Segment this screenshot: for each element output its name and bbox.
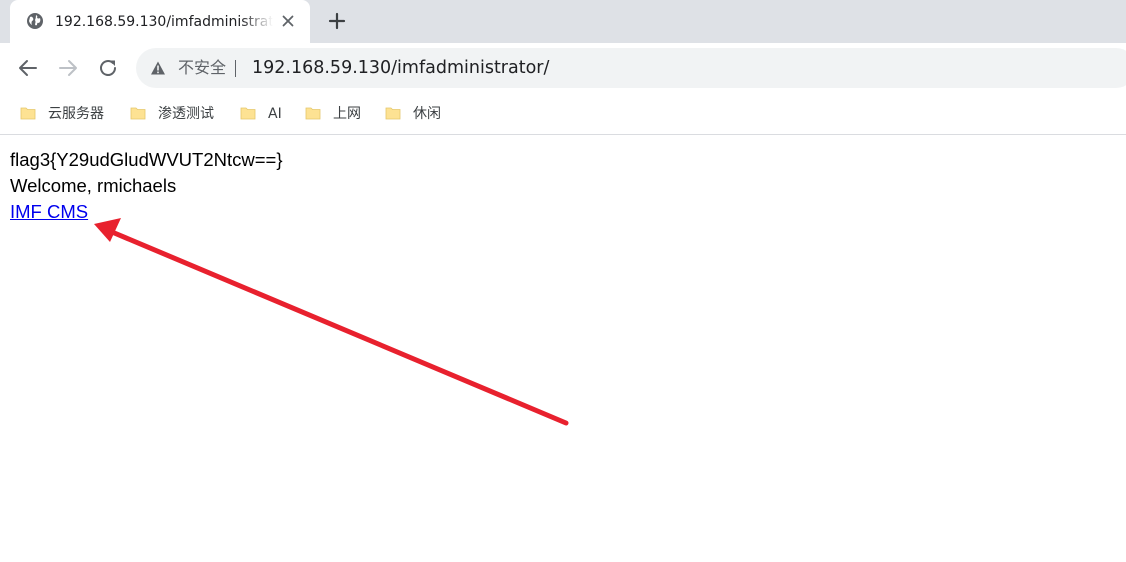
page-content: flag3{Y29udGludWVUT2Ntcw==} Welcome, rmi… [0, 136, 1126, 562]
bookmarks-bar: 云服务器 渗透测试 AI 上网 休闲 [0, 93, 1126, 135]
warning-icon[interactable] [150, 60, 166, 76]
folder-icon [20, 107, 36, 120]
bookmark-label: 渗透测试 [158, 106, 214, 122]
folder-icon [305, 107, 321, 120]
back-arrow-icon[interactable] [16, 56, 40, 80]
welcome-message: Welcome, rmichaels [10, 175, 177, 196]
bookmark-label: 云服务器 [48, 106, 104, 122]
tab-title: 192.168.59.130/imfadministrator/ [55, 14, 273, 30]
imf-cms-link[interactable]: IMF CMS [10, 200, 88, 224]
flag-text: flag3{Y29udGludWVUT2Ntcw==} [10, 149, 283, 170]
toolbar: 不安全 192.168.59.130/imfadministrator/ [0, 43, 1126, 93]
bookmark-folder-cloud-servers[interactable]: 云服务器 [20, 102, 116, 126]
bookmark-label: 上网 [333, 106, 361, 122]
security-label[interactable]: 不安全 [178, 58, 226, 78]
bookmark-label: AI [268, 106, 282, 122]
bookmark-folder-internet[interactable]: 上网 [305, 102, 371, 126]
plus-icon[interactable] [326, 10, 348, 32]
folder-icon [130, 107, 146, 120]
close-icon[interactable] [280, 13, 296, 29]
browser-tab[interactable]: 192.168.59.130/imfadministrator/ [10, 0, 310, 43]
bookmark-folder-pentest[interactable]: 渗透测试 [130, 102, 226, 126]
url-divider [235, 60, 236, 77]
annotation-arrow [94, 218, 569, 426]
browser-window: 192.168.59.130/imfadministrator/ 不安全 192… [0, 0, 1126, 562]
bookmark-label: 休闲 [413, 106, 441, 122]
folder-icon [240, 107, 256, 120]
folder-icon [385, 107, 401, 120]
forward-arrow-icon[interactable] [56, 56, 80, 80]
reload-icon[interactable] [96, 56, 120, 80]
globe-icon [27, 13, 43, 29]
bookmark-folder-leisure[interactable]: 休闲 [385, 102, 451, 126]
bookmark-folder-ai[interactable]: AI [240, 102, 290, 126]
url-text[interactable]: 192.168.59.130/imfadministrator/ [252, 57, 549, 79]
tab-strip: 192.168.59.130/imfadministrator/ [0, 0, 1126, 43]
address-bar[interactable]: 不安全 192.168.59.130/imfadministrator/ [136, 48, 1126, 88]
